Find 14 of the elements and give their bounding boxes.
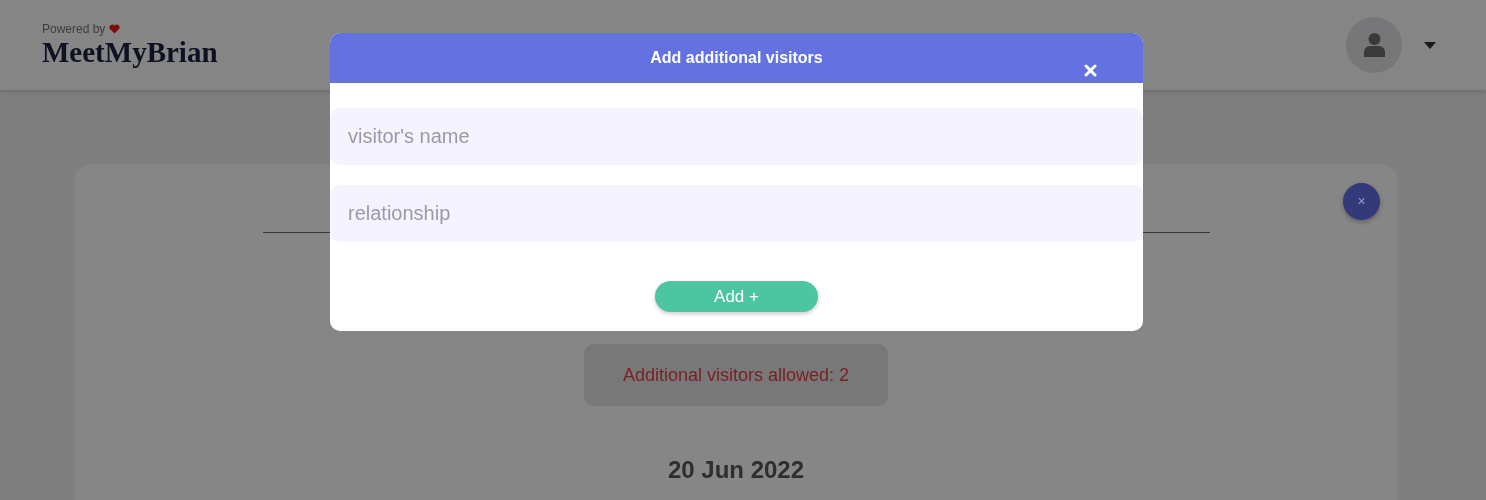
- powered-by-text: Powered by: [42, 22, 106, 36]
- avatar-button[interactable]: [1346, 17, 1402, 73]
- user-icon: [1363, 33, 1385, 57]
- text-field[interactable]: relationship: [330, 185, 1143, 242]
- add-button[interactable]: Add +: [655, 281, 818, 312]
- brand-logo: MeetMyBrian: [42, 36, 218, 68]
- date-heading: 20 Jun 2022: [667, 455, 805, 485]
- notice-text: Additional visitors allowed: 2: [622, 363, 850, 387]
- caret-icon[interactable]: [1424, 41, 1436, 49]
- dialog-title: Add additional visitors: [650, 48, 823, 68]
- close-icon[interactable]: [1084, 64, 1097, 77]
- close-button[interactable]: ×: [1343, 183, 1380, 220]
- heart-icon: [109, 24, 121, 34]
- text-field[interactable]: visitor's name: [330, 108, 1143, 165]
